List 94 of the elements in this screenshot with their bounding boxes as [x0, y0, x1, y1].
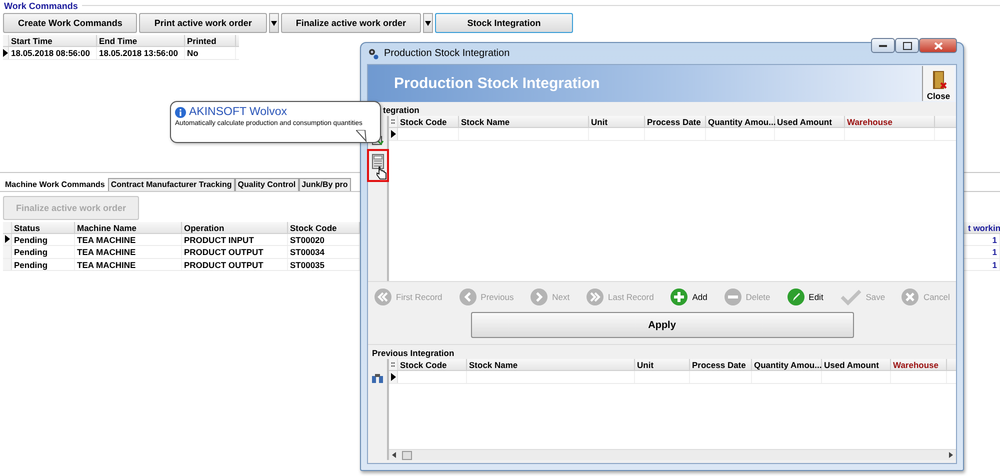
binoculars-icon[interactable]	[371, 373, 384, 384]
table-cell: PRODUCT OUTPUT	[182, 246, 288, 258]
column-header[interactable]: Unit	[635, 359, 690, 370]
navigator-button[interactable]: Add	[670, 288, 708, 306]
tab[interactable]: Quality Control	[234, 178, 299, 190]
column-header[interactable]: Unit	[589, 116, 645, 127]
plus-icon	[670, 288, 688, 306]
table-cell: No	[185, 47, 236, 58]
column-chooser-icon[interactable]	[391, 362, 395, 368]
minimize-icon	[879, 44, 887, 47]
caret-icon	[270, 20, 277, 26]
table-cell: TEA MACHINE	[75, 246, 182, 258]
table-cell: Pending	[12, 258, 75, 270]
tab[interactable]: Junk/By pro	[298, 178, 351, 190]
table-cell: TEA MACHINE	[75, 234, 182, 245]
calculator-icon[interactable]	[372, 154, 384, 169]
scroll-thumb[interactable]	[402, 450, 412, 460]
row-indicator-icon	[3, 48, 8, 57]
column-header[interactable]: Start Time	[9, 35, 97, 46]
horizontal-scrollbar[interactable]	[389, 449, 956, 460]
close-button[interactable]	[919, 38, 957, 53]
scroll-left-icon[interactable]	[392, 452, 396, 458]
table-cell: 18.05.2018 13:56:00	[97, 47, 185, 58]
column-header[interactable]: Operation	[182, 222, 288, 232]
app-gears-icon	[367, 48, 379, 60]
column-header[interactable]: Used Amount	[775, 116, 845, 127]
previous-icon	[458, 288, 477, 306]
column-header[interactable]: Stock Name	[467, 359, 635, 370]
close-icon	[901, 288, 920, 306]
maximize-icon	[902, 42, 912, 50]
row-selector[interactable]	[3, 47, 9, 58]
table-cell: 1	[968, 258, 1000, 270]
column-header[interactable]: Machine Name	[75, 222, 182, 232]
column-header[interactable]: Warehouse	[845, 116, 935, 127]
table-cell: 18.05.2018 08:56:00	[9, 47, 97, 58]
table-cell: Pending	[12, 246, 75, 258]
minus-icon	[724, 288, 742, 306]
column-header[interactable]: End Time	[97, 35, 185, 46]
close-icon	[934, 42, 942, 50]
close-door-button[interactable]: Close	[922, 66, 954, 101]
section-title: Work Commands	[4, 0, 78, 10]
banner-title: Production Stock Integration	[394, 75, 601, 92]
column-header[interactable]: t workin	[968, 222, 1000, 232]
column-header[interactable]: Stock Code	[398, 359, 467, 370]
row-selector[interactable]	[3, 234, 12, 245]
column-header[interactable]: Process Date	[690, 359, 752, 370]
column-header[interactable]: Used Amount	[822, 359, 891, 370]
toolbar-button[interactable]: Finalize active work order	[280, 13, 421, 33]
toolbar-button[interactable]: Create Work Commands	[3, 13, 138, 33]
column-header[interactable]: Process Date	[645, 116, 706, 127]
column-chooser-icon[interactable]	[391, 118, 395, 124]
scroll-right-icon[interactable]	[949, 452, 953, 458]
table-cell: PRODUCT OUTPUT	[182, 258, 288, 270]
window-title: Production Stock Integration	[384, 48, 511, 59]
column-header[interactable]: Stock Code	[398, 116, 459, 127]
pencil-icon	[786, 288, 805, 306]
tooltip-title: AKINSOFT Wolvox	[189, 106, 287, 118]
tab[interactable]: Contract Manufacturer Tracking	[108, 178, 235, 190]
apply-button[interactable]: Apply	[470, 312, 854, 338]
row-indicator-icon	[390, 372, 396, 381]
table-cell: Pending	[12, 234, 75, 245]
minimize-button[interactable]	[871, 38, 895, 53]
table-cell: 1	[968, 234, 1000, 245]
column-header[interactable]: Printed	[185, 35, 236, 46]
checkmark-icon	[840, 288, 862, 306]
grid-corner	[3, 222, 12, 232]
row-indicator-icon	[390, 130, 396, 138]
table-cell: PRODUCT INPUT	[182, 234, 288, 245]
section-label: tegration	[382, 104, 420, 116]
grid-corner	[3, 35, 9, 46]
column-header[interactable]: Stock Name	[459, 116, 589, 127]
last-record-icon	[586, 288, 604, 306]
hand-cursor-icon	[376, 166, 386, 180]
toolbar-button[interactable]: Stock Integration	[434, 13, 573, 33]
navigator-button[interactable]: Edit	[786, 288, 824, 306]
row-selector[interactable]	[389, 371, 398, 382]
maximize-button[interactable]	[895, 38, 919, 53]
info-icon	[175, 106, 186, 118]
toolbar-button[interactable]: Print active work order	[139, 13, 267, 33]
table-cell: 1	[968, 246, 1000, 258]
table-cell: TEA MACHINE	[75, 258, 182, 270]
dropdown-button[interactable]	[422, 13, 433, 33]
door-icon	[930, 70, 946, 90]
caret-icon	[424, 20, 431, 26]
section-label: Previous Integration	[371, 347, 454, 359]
column-header[interactable]: Warehouse	[891, 359, 947, 370]
row-indicator-icon	[4, 235, 10, 244]
dropdown-button[interactable]	[268, 13, 279, 33]
next-icon	[530, 288, 548, 306]
column-header[interactable]: Quantity Amou...	[752, 359, 822, 370]
column-header[interactable]: Status	[12, 222, 75, 232]
row-selector[interactable]	[389, 128, 398, 140]
column-header[interactable]: Quantity Amou...	[706, 116, 775, 127]
first-record-icon	[374, 288, 392, 306]
